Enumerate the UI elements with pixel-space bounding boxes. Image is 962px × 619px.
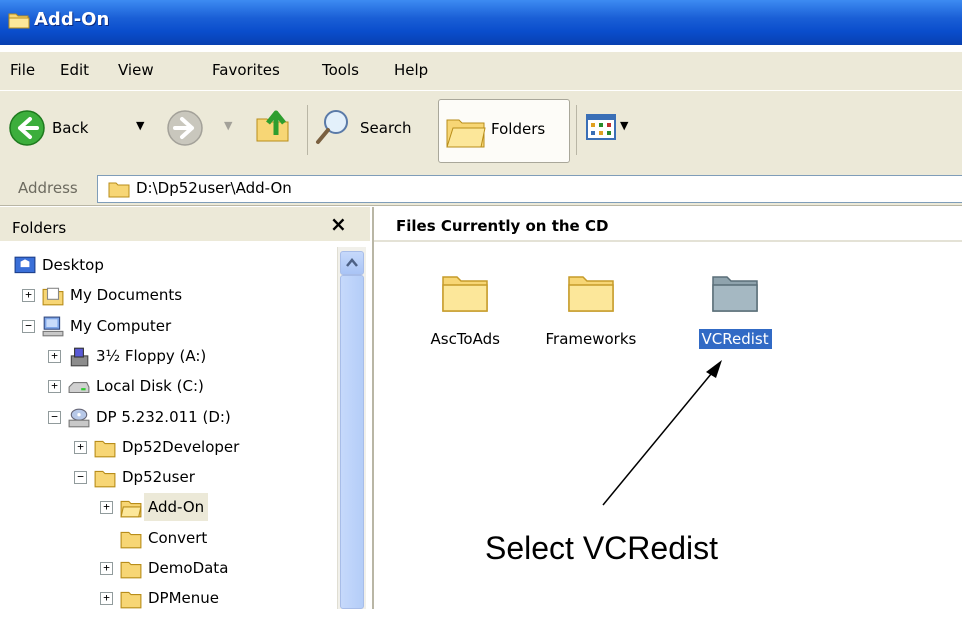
expand-toggle[interactable]: + [100, 592, 113, 606]
menu-favorites[interactable]: Favorites [212, 61, 280, 79]
back-button[interactable]: Back ▼ [8, 109, 158, 149]
menu-tools[interactable]: Tools [322, 61, 359, 79]
expand-toggle[interactable]: + [48, 380, 61, 394]
folder-icon [120, 588, 142, 619]
tree-item-label: 3½ Floppy (A:) [96, 346, 207, 365]
file-item[interactable]: AscToAds [410, 269, 520, 359]
toolbar-separator [576, 105, 577, 155]
expand-toggle[interactable]: − [48, 410, 61, 424]
forward-button[interactable]: ▼ [166, 109, 236, 149]
tree-item[interactable]: − My Computer [0, 312, 336, 340]
folders-icon [446, 119, 486, 148]
toolbar: Back ▼ ▼ Search Folders ▼ [0, 90, 962, 174]
forward-arrow-icon [167, 110, 203, 146]
views-button[interactable]: ▼ [586, 113, 646, 147]
tree-item[interactable]: − DP 5.232.011 (D:) [0, 403, 336, 431]
views-dropdown-icon[interactable]: ▼ [620, 119, 628, 132]
up-folder-button[interactable] [254, 105, 298, 149]
menu-file[interactable]: File [10, 61, 35, 79]
tree-item[interactable]: + My Documents [0, 281, 336, 309]
tree-item-label: Local Disk (C:) [96, 377, 204, 396]
folder-icon [442, 276, 488, 312]
expand-toggle[interactable]: + [100, 562, 113, 575]
title-bar[interactable]: Add-On [0, 0, 962, 45]
tree-item[interactable]: + Add-On [0, 493, 336, 522]
annotation-text: Select VCRedist [485, 530, 718, 566]
forward-dropdown-icon[interactable]: ▼ [224, 119, 232, 132]
expand-toggle[interactable]: + [22, 289, 35, 303]
toolbar-separator [307, 105, 308, 155]
tree-item[interactable]: +3½ Floppy (A:) [0, 342, 336, 370]
address-input[interactable]: D:\Dp52user\Add-On [97, 175, 962, 203]
tree-item-label: Add-On [144, 493, 209, 522]
address-label: Address [18, 179, 78, 197]
menu-view[interactable]: View [118, 61, 154, 79]
expand-toggle[interactable]: − [74, 471, 87, 485]
folders-label: Folders [491, 120, 546, 138]
back-arrow-icon [9, 110, 45, 146]
chevron-up-icon [346, 258, 358, 267]
content-header: Files Currently on the CD [396, 217, 609, 235]
file-label: Frameworks [545, 330, 637, 348]
file-item[interactable]: VCRedist [680, 269, 790, 359]
folders-pane-title: Folders [12, 219, 67, 237]
tree-item[interactable]: Desktop [0, 251, 336, 279]
address-path: D:\Dp52user\Add-On [136, 179, 292, 197]
folders-pane-header: Folders × [0, 207, 370, 241]
folder-icon [108, 182, 130, 198]
vertical-scrollbar[interactable] [337, 247, 366, 609]
search-label: Search [360, 119, 412, 137]
scroll-up-button[interactable] [340, 251, 364, 275]
scroll-thumb[interactable] [340, 275, 364, 609]
back-label: Back [52, 119, 89, 137]
address-bar: Address D:\Dp52user\Add-On [0, 173, 962, 206]
views-icon [586, 114, 616, 140]
tree-item-label: Convert [148, 528, 208, 547]
folder-icon [568, 276, 614, 312]
search-icon [316, 110, 348, 144]
expand-toggle[interactable]: + [100, 501, 113, 515]
file-item[interactable]: Frameworks [536, 269, 646, 359]
header-divider [374, 240, 962, 242]
tree-item-label: Desktop [42, 256, 104, 274]
folder-window-icon [8, 13, 30, 29]
tree-item-label: My Documents [70, 286, 183, 305]
expand-toggle[interactable]: + [48, 349, 61, 363]
tree-item[interactable]: + Local Disk (C:) [0, 372, 336, 400]
tree-item-label: DPMenue [148, 589, 220, 608]
menu-help[interactable]: Help [394, 61, 428, 79]
file-label: VCRedist [698, 329, 772, 349]
folders-button[interactable]: Folders [438, 99, 570, 163]
close-pane-button[interactable]: × [330, 212, 347, 236]
folders-pane: Folders × Desktop + My Documents − My Comput… [0, 207, 374, 609]
window-title: Add-On [34, 9, 110, 30]
menu-edit[interactable]: Edit [60, 61, 89, 79]
expand-toggle[interactable]: + [74, 440, 87, 454]
back-dropdown-icon[interactable]: ▼ [136, 119, 144, 132]
tree-item-label: DP 5.232.011 (D:) [96, 407, 231, 426]
tree-item-label: Dp52Developer [122, 437, 240, 456]
file-label: AscToAds [430, 330, 500, 348]
tree-item-label: Dp52user [122, 468, 195, 487]
tree-item[interactable]: Convert [0, 524, 336, 552]
tree-item[interactable]: + DemoData [0, 554, 336, 582]
up-folder-icon [256, 110, 289, 142]
folder-icon [712, 276, 758, 312]
tree-item[interactable]: − Dp52user [0, 463, 336, 491]
tree-item[interactable]: + Dp52Developer [0, 433, 336, 461]
tree-item-label: DemoData [148, 559, 229, 577]
tree-item-label: My Computer [70, 316, 172, 335]
expand-toggle[interactable]: − [22, 319, 35, 333]
tree-item[interactable]: + DPMenue [0, 584, 336, 612]
menu-bar: File Edit View Favorites Tools Help [0, 52, 962, 90]
search-button[interactable]: Search [314, 107, 426, 151]
